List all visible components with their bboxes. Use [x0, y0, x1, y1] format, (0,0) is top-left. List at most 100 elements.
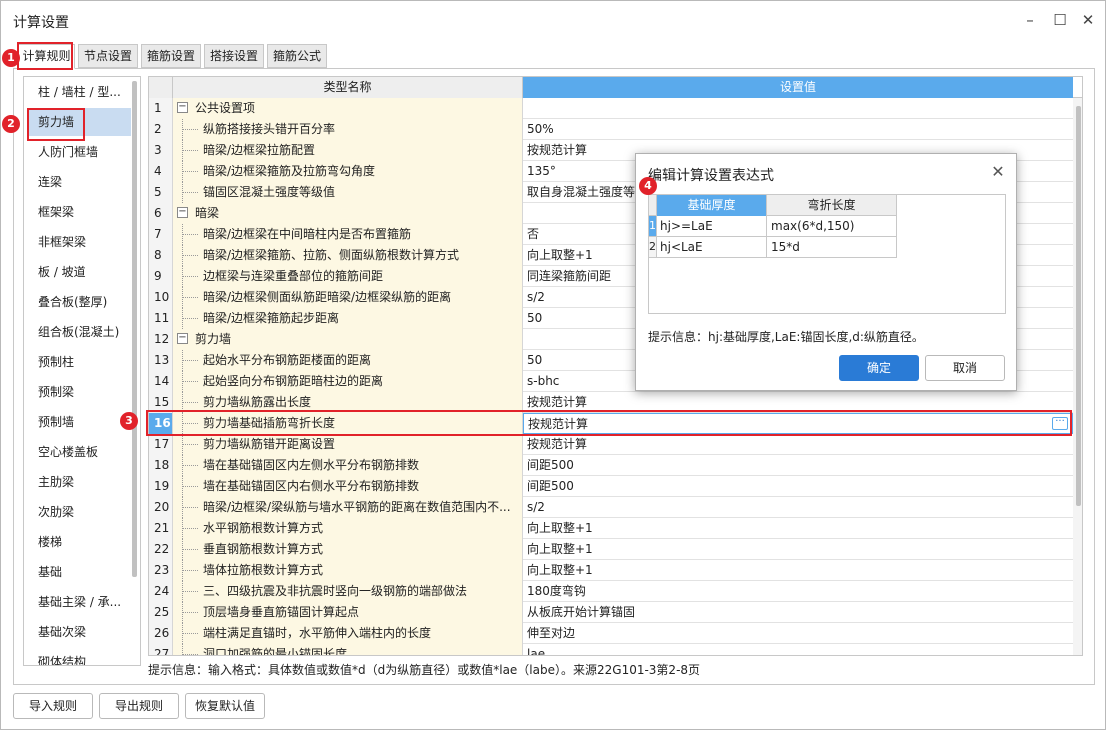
grid-header: 类型名称 设置值 [149, 77, 1082, 98]
row-value[interactable]: 按规范计算 [523, 434, 1073, 455]
row-name: 顶层墙身垂直筋锚固计算起点 [173, 602, 523, 623]
grid-scrollbar[interactable] [1073, 98, 1082, 655]
table-row[interactable]: 27 洞口加强筋的最小锚固长度 lae [149, 644, 1073, 655]
title-bar: 计算设置 – ☐ ✕ [1, 1, 1105, 39]
list-item[interactable]: 空心楼盖板 [27, 438, 131, 466]
table-row[interactable]: 17 剪力墙纵筋错开距离设置 按规范计算 [149, 434, 1073, 455]
condition-cell[interactable]: hj<LaE [657, 237, 767, 258]
left-list-scrollbar[interactable] [132, 81, 137, 577]
grid-corner-cell [149, 77, 173, 98]
expression-grid: 基础厚度 弯折长度 1 hj>=LaE max(6*d,150) 2 hj<La… [648, 194, 1006, 314]
list-item[interactable]: 框架梁 [27, 198, 131, 226]
collapse-icon[interactable]: − [177, 102, 188, 113]
row-value[interactable]: 180度弯钩 [523, 581, 1073, 602]
table-row[interactable]: 24 三、四级抗震及非抗震时竖向一级钢筋的端部做法 180度弯钩 [149, 581, 1073, 602]
table-row[interactable]: 23 墙体拉筋根数计算方式 向上取整+1 [149, 560, 1073, 581]
table-row[interactable]: 25 顶层墙身垂直筋锚固计算起点 从板底开始计算锚固 [149, 602, 1073, 623]
row-value[interactable]: 间距500 [523, 476, 1073, 497]
row-name: 端柱满足直锚时，水平筋伸入端柱内的长度 [173, 623, 523, 644]
collapse-icon[interactable]: − [177, 207, 188, 218]
list-item[interactable]: 次肋梁 [27, 498, 131, 526]
row-value[interactable] [523, 98, 1073, 119]
row-value[interactable]: 从板底开始计算锚固 [523, 602, 1073, 623]
list-item[interactable]: 叠合板(整厚) [27, 288, 131, 316]
row-value[interactable]: lae [523, 644, 1073, 655]
dialog-title: 编辑计算设置表达式 [648, 168, 774, 184]
row-value[interactable]: 向上取整+1 [523, 518, 1073, 539]
expression-row[interactable]: 1 hj>=LaE max(6*d,150) [649, 216, 897, 237]
table-row[interactable]: 2 纵筋搭接接头错开百分率 50% [149, 119, 1073, 140]
row-name: − 暗梁 [173, 203, 523, 224]
scrollbar-thumb[interactable] [1076, 106, 1081, 506]
confirm-button[interactable]: 确定 [839, 355, 919, 381]
list-item[interactable]: 柱 / 墙柱 / 型... [27, 78, 131, 106]
list-item[interactable]: 预制梁 [27, 378, 131, 406]
list-item[interactable]: 人防门框墙 [27, 138, 131, 166]
tab-stirrup-formula[interactable]: 箍筋公式 [267, 44, 327, 68]
row-name: − 剪力墙 [173, 329, 523, 350]
list-item[interactable]: 板 / 坡道 [27, 258, 131, 286]
calc-settings-window: 计算设置 – ☐ ✕ 计算规则 节点设置 箍筋设置 搭接设置 箍筋公式 柱 / … [0, 0, 1106, 730]
row-value[interactable]: 间距500 [523, 455, 1073, 476]
restore-defaults-button[interactable]: 恢复默认值 [185, 693, 265, 719]
row-name: 洞口加强筋的最小锚固长度 [173, 644, 523, 655]
collapse-icon[interactable]: − [177, 333, 188, 344]
tab-node-settings[interactable]: 节点设置 [78, 44, 138, 68]
row-number: 4 [149, 161, 173, 182]
list-item[interactable]: 主肋梁 [27, 468, 131, 496]
table-row[interactable]: 19 墙在基础锚固区内右侧水平分布钢筋排数 间距500 [149, 476, 1073, 497]
row-name: 水平钢筋根数计算方式 [173, 518, 523, 539]
table-row[interactable]: 1 − 公共设置项 [149, 98, 1073, 119]
grid-corner-cell [649, 195, 657, 216]
row-name: 墙在基础锚固区内右侧水平分布钢筋排数 [173, 476, 523, 497]
column-header-foundation-thickness[interactable]: 基础厚度 [657, 195, 767, 216]
list-item[interactable]: 非框架梁 [27, 228, 131, 256]
table-row[interactable]: 18 墙在基础锚固区内左侧水平分布钢筋排数 间距500 [149, 455, 1073, 476]
list-item[interactable]: 基础主梁 / 承... [27, 588, 131, 616]
column-header-setting-value[interactable]: 设置值 [523, 77, 1073, 98]
row-number: 2 [649, 237, 657, 258]
list-item[interactable]: 基础 [27, 558, 131, 586]
component-type-list[interactable]: 柱 / 墙柱 / 型... 剪力墙 人防门框墙 连梁 框架梁 非框架梁 板 / … [23, 76, 141, 666]
condition-cell[interactable]: hj>=LaE [657, 216, 767, 237]
table-row[interactable]: 20 暗梁/边框梁/梁纵筋与墙水平钢筋的距离在数值范围内不... s/2 [149, 497, 1073, 518]
row-value[interactable]: 伸至对边 [523, 623, 1073, 644]
list-item[interactable]: 预制柱 [27, 348, 131, 376]
maximize-icon[interactable]: ☐ [1049, 9, 1071, 31]
list-item[interactable]: 连梁 [27, 168, 131, 196]
dialog-close-icon[interactable]: ✕ [988, 162, 1008, 182]
row-number: 14 [149, 371, 173, 392]
import-rules-button[interactable]: 导入规则 [13, 693, 93, 719]
list-item[interactable]: 基础次梁 [27, 618, 131, 646]
cancel-button[interactable]: 取消 [925, 355, 1005, 381]
minimize-icon[interactable]: – [1019, 9, 1041, 31]
row-value[interactable]: 向上取整+1 [523, 539, 1073, 560]
expression-row[interactable]: 2 hj<LaE 15*d [649, 237, 897, 258]
row-number: 24 [149, 581, 173, 602]
row-value[interactable]: s/2 [523, 497, 1073, 518]
row-value[interactable]: 50% [523, 119, 1073, 140]
column-header-type-name[interactable]: 类型名称 [173, 77, 523, 98]
value-cell[interactable]: max(6*d,150) [767, 216, 897, 237]
value-cell[interactable]: 15*d [767, 237, 897, 258]
row-number: 11 [149, 308, 173, 329]
row-value[interactable]: 向上取整+1 [523, 560, 1073, 581]
export-rules-button[interactable]: 导出规则 [99, 693, 179, 719]
row-name: 墙在基础锚固区内左侧水平分布钢筋排数 [173, 455, 523, 476]
table-row[interactable]: 22 垂直钢筋根数计算方式 向上取整+1 [149, 539, 1073, 560]
row-number: 7 [149, 224, 173, 245]
tab-lap-settings[interactable]: 搭接设置 [204, 44, 264, 68]
list-item[interactable]: 楼梯 [27, 528, 131, 556]
edit-expression-dialog: 编辑计算设置表达式 ✕ 基础厚度 弯折长度 1 hj>=LaE max(6*d,… [635, 153, 1017, 391]
column-header-bend-length[interactable]: 弯折长度 [767, 195, 897, 216]
list-item[interactable]: 预制墙 [27, 408, 131, 436]
row-number: 8 [149, 245, 173, 266]
tab-stirrup-settings[interactable]: 箍筋设置 [141, 44, 201, 68]
table-row[interactable]: 26 端柱满足直锚时，水平筋伸入端柱内的长度 伸至对边 [149, 623, 1073, 644]
list-item[interactable]: 组合板(混凝土) [27, 318, 131, 346]
list-item[interactable]: 砌体结构 [27, 648, 131, 665]
table-row[interactable]: 21 水平钢筋根数计算方式 向上取整+1 [149, 518, 1073, 539]
annotation-box-shear-wall [27, 108, 85, 141]
close-icon[interactable]: ✕ [1077, 9, 1099, 31]
row-name: 暗梁/边框梁箍筋及拉筋弯勾角度 [173, 161, 523, 182]
